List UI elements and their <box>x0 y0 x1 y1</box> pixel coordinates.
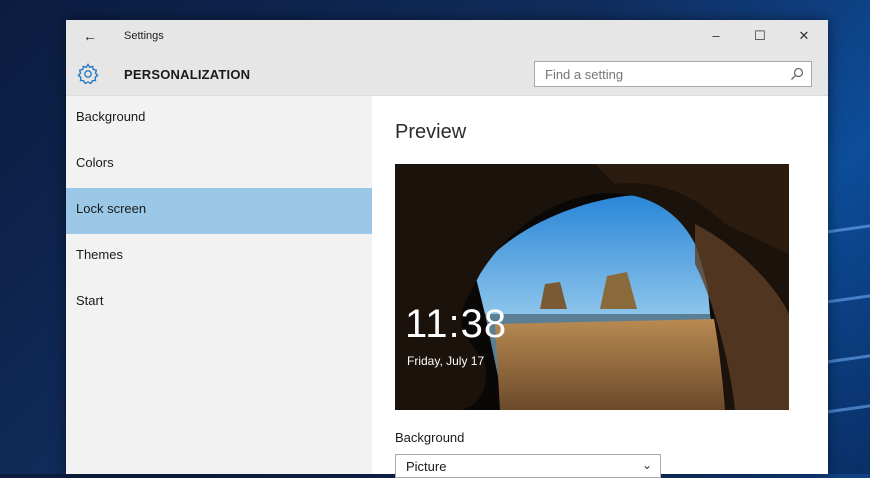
lock-screen-date: Friday, July 17 <box>407 354 485 368</box>
sidebar-item-background[interactable]: Background <box>66 96 372 142</box>
lock-screen-preview: 11:38 Friday, July 17 <box>395 164 789 410</box>
cave-beach-image <box>395 164 789 410</box>
background-dropdown[interactable]: Picture ⌄ <box>395 454 661 478</box>
chevron-down-icon: ⌄ <box>641 458 652 472</box>
background-label: Background <box>395 430 465 445</box>
sidebar-item-label: Themes <box>76 247 123 262</box>
lock-screen-time: 11:38 <box>405 302 508 346</box>
search-icon[interactable] <box>789 66 805 82</box>
page-header: PERSONALIZATION <box>66 52 828 96</box>
sidebar-item-label: Start <box>76 293 104 308</box>
sidebar-item-label: Colors <box>76 155 114 170</box>
close-button[interactable]: ✕ <box>794 26 814 46</box>
gear-icon <box>77 63 99 85</box>
sidebar-item-label: Background <box>76 109 146 124</box>
back-button[interactable]: ← <box>80 26 100 46</box>
window-title: Settings <box>124 30 164 42</box>
title-bar: ← Settings – ☐ ✕ <box>66 20 828 52</box>
minimize-button[interactable]: – <box>706 26 726 46</box>
back-arrow-icon: ← <box>83 28 97 44</box>
sidebar-item-themes[interactable]: Themes <box>66 234 372 280</box>
page-title: PERSONALIZATION <box>124 67 251 82</box>
settings-window: ← Settings – ☐ ✕ PERSONALIZATION Backgro… <box>66 20 828 478</box>
sidebar-item-start[interactable]: Start <box>66 280 372 326</box>
sidebar-item-lock-screen[interactable]: Lock screen <box>66 188 372 234</box>
background-dropdown-value: Picture <box>406 459 447 474</box>
search-box[interactable] <box>534 61 812 87</box>
sidebar-item-label: Lock screen <box>76 201 147 216</box>
search-input[interactable] <box>543 66 787 83</box>
preview-heading: Preview <box>395 121 467 143</box>
maximize-button[interactable]: ☐ <box>750 26 770 46</box>
sidebar-nav: Background Colors Lock screen Themes Sta… <box>66 96 372 474</box>
sidebar-item-colors[interactable]: Colors <box>66 142 372 188</box>
main-content: Preview 11:38 Friday, July 17 Background… <box>372 96 828 478</box>
